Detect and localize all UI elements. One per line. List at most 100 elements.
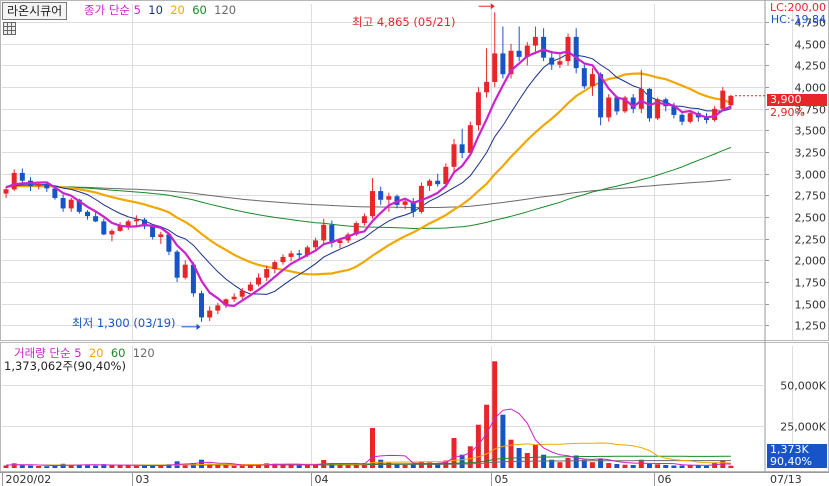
volume-bar bbox=[28, 465, 33, 468]
candle-body bbox=[313, 240, 318, 248]
x-tick-label: 07/13 bbox=[770, 473, 802, 486]
candle-body bbox=[606, 97, 612, 118]
candle-body bbox=[427, 180, 433, 186]
volume-bar bbox=[11, 463, 17, 468]
x-tick-label: 05 bbox=[495, 473, 509, 486]
candle-body bbox=[386, 196, 392, 200]
volume-bar bbox=[565, 458, 571, 468]
high-annotation: 최고 4,865 (05/21) bbox=[352, 15, 456, 29]
candle-body bbox=[158, 234, 164, 237]
candle-body bbox=[361, 216, 367, 224]
ma20-label: 20 bbox=[170, 3, 185, 17]
volume-bar bbox=[142, 466, 147, 468]
volume-bar bbox=[223, 465, 229, 468]
volume-bar bbox=[215, 465, 221, 468]
candle-body bbox=[101, 221, 107, 235]
volume-bar bbox=[492, 361, 498, 468]
candle-body bbox=[239, 290, 245, 297]
x-tick-label: 03 bbox=[136, 473, 150, 486]
ma120-label: 120 bbox=[214, 3, 237, 17]
price-panel bbox=[0, 0, 829, 341]
candle-body bbox=[565, 36, 571, 62]
volume-bar bbox=[614, 464, 620, 468]
volume-pct-badge: 90,40% bbox=[767, 456, 827, 468]
volume-bar bbox=[296, 465, 302, 468]
candle-body bbox=[36, 184, 42, 186]
candle-body bbox=[321, 224, 327, 241]
price-tick-label: 2,000 bbox=[795, 255, 827, 268]
price-tick-label: 1,250 bbox=[795, 320, 827, 333]
price-tick-label: 2,500 bbox=[795, 212, 827, 225]
candle-body bbox=[549, 57, 555, 65]
ma10-label: 10 bbox=[148, 3, 163, 17]
volume-bar bbox=[622, 464, 628, 468]
volume-tick-label: 50,000K bbox=[780, 380, 826, 393]
candle-body bbox=[231, 296, 237, 300]
candle-body bbox=[109, 230, 115, 235]
price-tick-label: 1,500 bbox=[795, 299, 827, 312]
change-badge: 2,90% bbox=[770, 106, 805, 119]
volume-bar bbox=[467, 446, 473, 468]
candle-body bbox=[174, 251, 180, 278]
candle-body bbox=[451, 144, 457, 167]
volume-bar bbox=[589, 462, 595, 468]
volume-bar bbox=[3, 465, 9, 468]
volume-bar bbox=[606, 463, 612, 468]
price-tick-label: 3,500 bbox=[795, 125, 827, 138]
volume-bar bbox=[647, 463, 652, 468]
candle-body bbox=[378, 191, 384, 200]
vma120-label: 120 bbox=[132, 346, 155, 360]
volume-bar bbox=[288, 465, 294, 468]
candle-body bbox=[264, 269, 270, 278]
candle-body bbox=[288, 253, 294, 257]
volume-bar bbox=[231, 465, 237, 468]
volume-bar bbox=[117, 465, 123, 468]
candle-body bbox=[256, 277, 261, 285]
candle-body bbox=[679, 114, 685, 122]
volume-bar bbox=[85, 465, 90, 468]
low-annotation: 최저 1,300 (03/19) bbox=[72, 316, 176, 330]
volume-bar bbox=[239, 465, 245, 468]
volume-bar bbox=[704, 465, 709, 468]
price-legend: 종가 단순 5 10 20 60 120 bbox=[84, 3, 236, 17]
candle-body bbox=[614, 97, 620, 112]
volume-value: 1,373,062주(90,40%) bbox=[4, 359, 126, 373]
price-tick-label: 3,250 bbox=[795, 147, 827, 160]
volume-bar bbox=[508, 439, 514, 468]
volume-bar bbox=[337, 465, 343, 468]
candle-body bbox=[687, 113, 693, 122]
candle-body bbox=[247, 284, 253, 291]
candle-body bbox=[500, 53, 506, 75]
candle-body bbox=[93, 216, 99, 222]
stock-chart[interactable]: 2020/02 03 04 05 06 07/13 1,250 1,500 1,750 2,000… bbox=[0, 0, 829, 486]
candle-body bbox=[150, 226, 156, 237]
candle-body bbox=[199, 293, 204, 318]
candle-body bbox=[516, 50, 522, 57]
volume-bar bbox=[345, 465, 351, 468]
volume-bar bbox=[655, 464, 661, 468]
volume-bar bbox=[598, 458, 604, 468]
vma20-label: 20 bbox=[88, 346, 104, 360]
candle-body bbox=[370, 191, 375, 217]
volume-bar bbox=[663, 465, 669, 468]
ma60-label: 60 bbox=[192, 3, 207, 17]
ticker-selector[interactable]: 라온시큐어 bbox=[2, 2, 68, 20]
candle-body bbox=[85, 211, 90, 217]
candle-body bbox=[19, 172, 25, 181]
volume-bar bbox=[125, 465, 131, 468]
volume-title: 거래량 단순 bbox=[14, 346, 71, 360]
candle-body bbox=[435, 180, 441, 185]
candle-body bbox=[280, 256, 286, 263]
grid-toggle-icon[interactable] bbox=[3, 22, 16, 35]
volume-tick-label: 25,000K bbox=[780, 421, 826, 434]
price-badge: 3,900 bbox=[767, 94, 827, 106]
volume-bar bbox=[44, 466, 50, 468]
vma60-label: 60 bbox=[110, 346, 126, 360]
candle-body bbox=[557, 61, 563, 65]
price-tick-label: 4,500 bbox=[795, 39, 827, 52]
candle-body bbox=[532, 36, 538, 46]
candle-body bbox=[11, 172, 17, 190]
volume-bar bbox=[728, 465, 734, 468]
candle-body bbox=[3, 189, 9, 194]
candle-body bbox=[573, 36, 579, 69]
